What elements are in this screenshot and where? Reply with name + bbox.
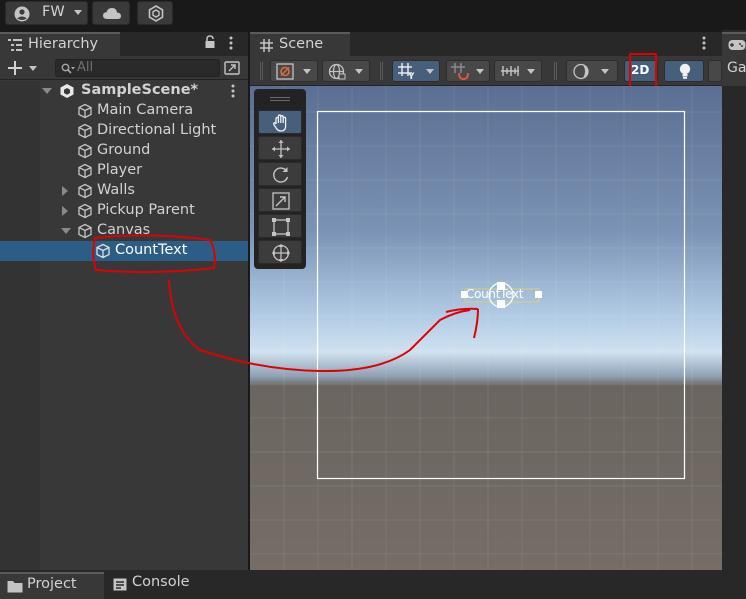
annotation-arrow-line (168, 279, 471, 373)
annotation-arrow-head (445, 307, 479, 339)
annotation-circle-counttext (92, 234, 216, 274)
red-annotation-overlay (92, 234, 479, 373)
